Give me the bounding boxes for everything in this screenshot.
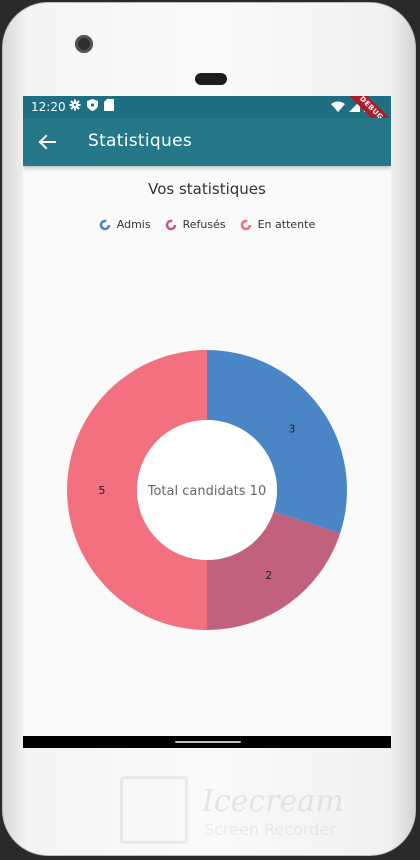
- donut-chart: 3 2 5 Total candidats 10: [67, 350, 347, 630]
- legend-ring-icon: [240, 219, 251, 230]
- slice-value-label: 5: [99, 484, 106, 497]
- legend-item: Refusés: [165, 218, 226, 231]
- navigation-bar: [23, 736, 391, 748]
- watermark-subtext: Screen Recorder: [204, 820, 336, 839]
- legend-label: Refusés: [182, 218, 226, 231]
- donut-center-label: Total candidats 10: [147, 484, 266, 499]
- shield-icon: [87, 99, 98, 111]
- slice-value-label: 2: [265, 569, 272, 582]
- page-title: Statistiques: [88, 131, 192, 151]
- status-time: 12:20: [31, 100, 66, 114]
- wifi-icon: [331, 101, 345, 112]
- legend-item: Admis: [99, 218, 151, 231]
- app-screen: 12:20 DEBUG Statistiques Vos statistique…: [23, 96, 391, 748]
- statistics-heading: Vos statistiques: [148, 180, 266, 198]
- front-camera: [75, 35, 93, 53]
- chart-legend: Admis Refusés En attente: [23, 218, 391, 231]
- status-notification-icons: [69, 99, 114, 111]
- settings-icon: [69, 99, 81, 111]
- legend-ring-icon: [165, 219, 176, 230]
- slice-value-label: 3: [288, 422, 295, 435]
- back-button[interactable]: [35, 130, 59, 154]
- legend-item: En attente: [240, 218, 316, 231]
- sd-card-icon: [104, 99, 114, 111]
- earpiece-speaker: [195, 73, 227, 85]
- watermark-logo: [120, 776, 188, 844]
- home-indicator[interactable]: [175, 741, 241, 743]
- watermark-text: Icecream: [202, 784, 344, 819]
- legend-ring-icon: [99, 219, 111, 230]
- legend-label: Admis: [116, 218, 151, 231]
- legend-label: En attente: [257, 218, 316, 231]
- status-bar: 12:20 DEBUG: [23, 96, 391, 143]
- app-bar: Statistiques: [23, 118, 391, 166]
- recorder-watermark: Icecream Screen Recorder: [120, 776, 410, 844]
- arrow-back-icon: [38, 134, 56, 150]
